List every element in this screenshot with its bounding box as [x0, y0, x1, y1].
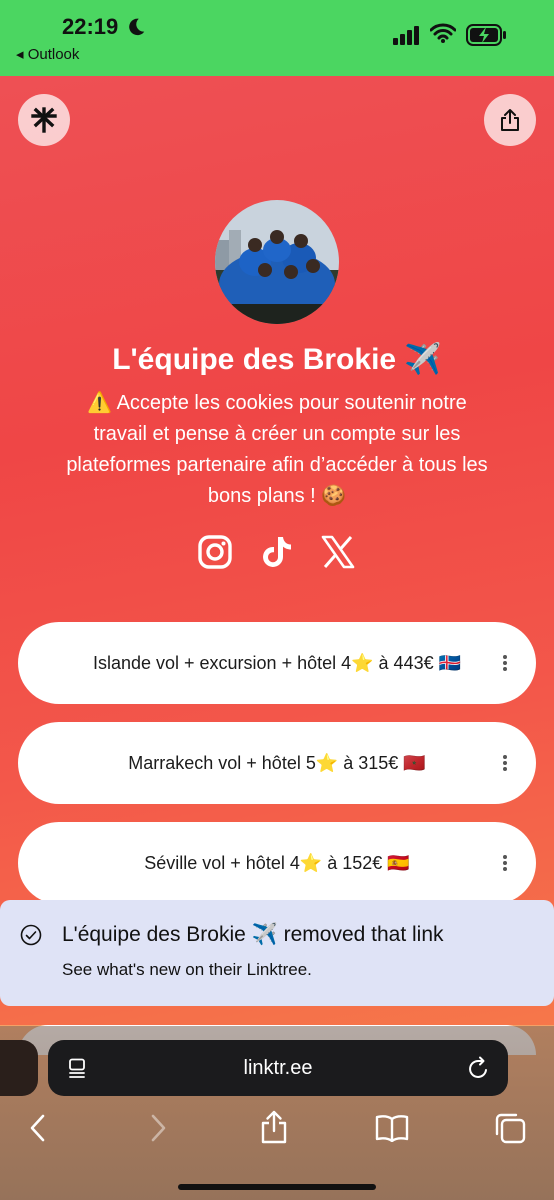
home-indicator	[178, 1184, 376, 1190]
toast-subtitle: See what's new on their Linktree.	[62, 960, 312, 979]
check-circle-icon	[20, 924, 42, 946]
more-options-icon[interactable]	[502, 854, 508, 872]
tabs-icon[interactable]	[494, 1112, 526, 1144]
battery-charging-icon	[466, 24, 506, 46]
toast-title: L'équipe des Brokie ✈️ removed that link	[62, 923, 444, 946]
share-icon	[501, 109, 519, 131]
forward-icon[interactable]	[148, 1112, 168, 1144]
x-icon[interactable]	[320, 534, 356, 570]
linktree-logo-icon	[31, 107, 57, 133]
share-profile-button[interactable]	[484, 94, 536, 146]
link-card[interactable]: Islande vol + excursion + hôtel 4⭐️ à 44…	[18, 622, 536, 704]
url-text: linktr.ee	[243, 1057, 313, 1079]
back-icon[interactable]	[28, 1112, 48, 1144]
profile-name: L'équipe des Brokie ✈️	[112, 343, 442, 376]
avatar	[215, 200, 339, 324]
link-card[interactable]: Marrakech vol + hôtel 5⭐️ à 315€ 🇲🇦	[18, 722, 536, 804]
link-label: Islande vol + excursion + hôtel 4⭐️ à 44…	[92, 652, 462, 673]
removed-link-toast[interactable]: L'équipe des Brokie ✈️ removed that link	[0, 900, 554, 1006]
previous-tab-preview[interactable]	[0, 1040, 38, 1096]
cellular-signal-icon	[393, 26, 419, 45]
bookmarks-icon[interactable]	[375, 1114, 409, 1142]
link-label: Marrakech vol + hôtel 5⭐️ à 315€ 🇲🇦	[128, 752, 426, 773]
reload-icon[interactable]	[468, 1056, 490, 1080]
wifi-icon	[430, 23, 456, 43]
moon-icon	[129, 18, 145, 36]
more-options-icon[interactable]	[502, 754, 508, 772]
status-time: 22:19	[62, 14, 119, 39]
link-card[interactable]: Séville vol + hôtel 4⭐️ à 152€ 🇪🇸	[18, 822, 536, 904]
more-options-icon[interactable]	[502, 654, 508, 672]
status-bar: 22:19 ◂ Outlook	[0, 0, 554, 76]
link-label: Séville vol + hôtel 4⭐️ à 152€ 🇪🇸	[144, 852, 410, 873]
back-to-app-link[interactable]: ◂ Outlook	[16, 45, 79, 63]
address-bar[interactable]: linktr.ee	[48, 1040, 508, 1096]
share-icon[interactable]	[260, 1110, 288, 1144]
tiktok-icon[interactable]	[259, 534, 295, 570]
instagram-icon[interactable]	[197, 534, 233, 570]
linktree-logo-button[interactable]	[18, 94, 70, 146]
profile-bio: ⚠️ Accepte les cookies pour soutenir not…	[66, 392, 488, 507]
